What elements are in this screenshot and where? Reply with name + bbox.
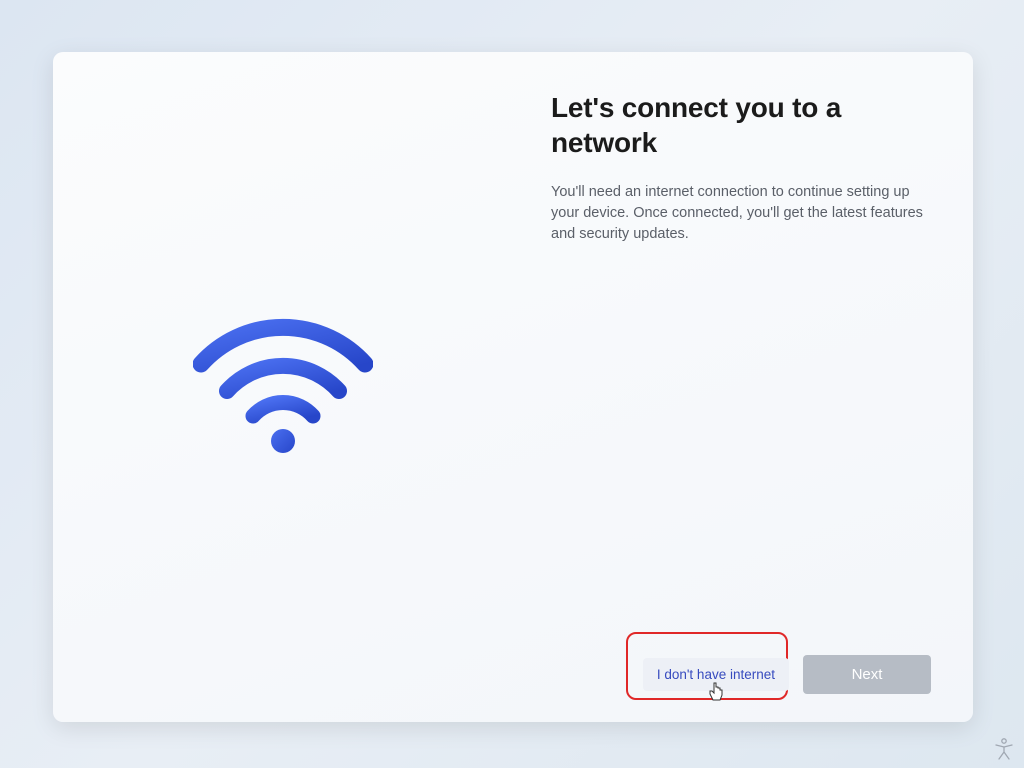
- page-description: You'll need an internet connection to co…: [551, 182, 933, 245]
- content-panel: Let's connect you to a network You'll ne…: [523, 52, 973, 722]
- page-title: Let's connect you to a network: [551, 90, 933, 160]
- wifi-icon: [193, 316, 373, 456]
- no-internet-button[interactable]: I don't have internet: [643, 658, 789, 691]
- accessibility-icon[interactable]: [994, 738, 1014, 760]
- setup-card: Let's connect you to a network You'll ne…: [53, 52, 973, 722]
- next-button[interactable]: Next: [803, 655, 931, 694]
- action-buttons: I don't have internet Next: [643, 655, 931, 694]
- no-internet-label: I don't have internet: [657, 667, 775, 682]
- illustration-panel: [53, 52, 523, 722]
